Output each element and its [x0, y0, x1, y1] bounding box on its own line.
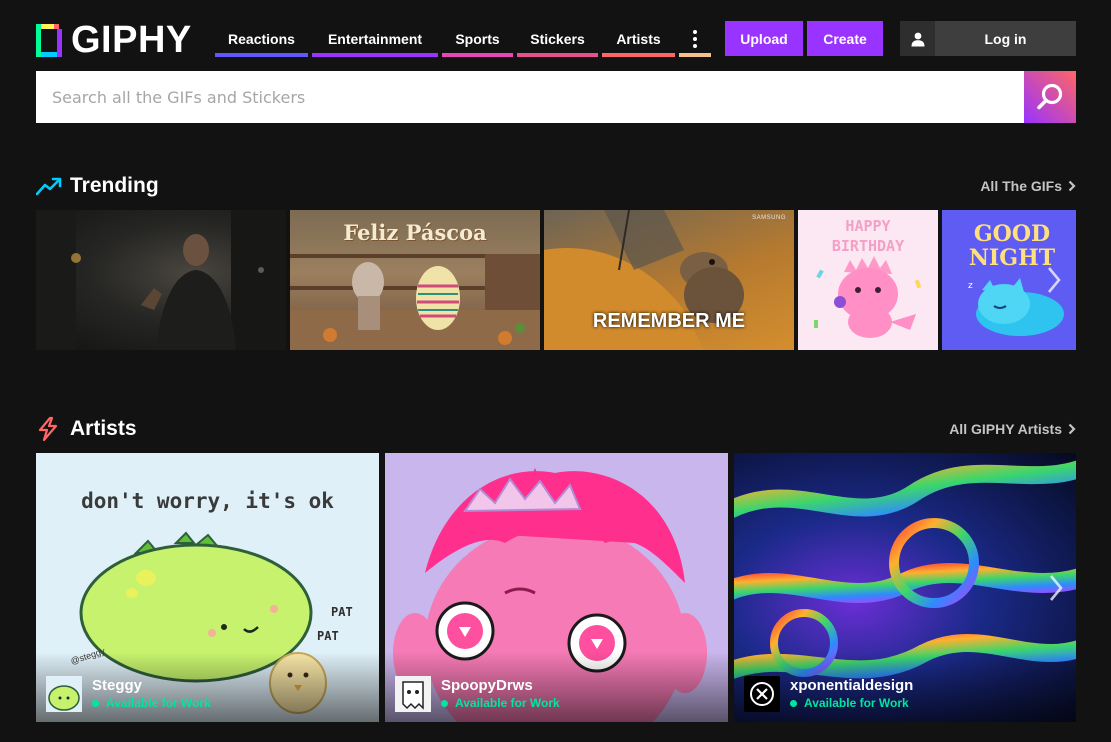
trending-gif-1-art: [36, 210, 286, 350]
artists-header: Artists All GIPHY Artists: [36, 414, 1076, 444]
upload-button[interactable]: Upload: [725, 21, 803, 56]
artist-card-steggy-pat-2: PAT: [317, 629, 339, 643]
giphy-logo-mark: [36, 23, 62, 57]
all-gifs-link[interactable]: All The GIFs: [980, 171, 1076, 201]
nav-sports-label: Sports: [455, 31, 500, 47]
trending-header: Trending All The GIFs: [36, 171, 1076, 201]
nav-stickers-label: Stickers: [530, 31, 585, 47]
trending-gif-4[interactable]: HAPPY BIRTHDAY: [798, 210, 938, 350]
lightning-icon: [38, 416, 58, 442]
chevron-right-icon: [1068, 180, 1076, 192]
search-icon: [1037, 83, 1063, 110]
artist-card-steggy[interactable]: don't worry, it's ok PAT PAT @steggy: [36, 453, 379, 722]
giphy-logo[interactable]: GIPHY: [36, 19, 192, 61]
trending-gif-2-caption: Feliz Páscoa: [343, 220, 487, 245]
search-button[interactable]: [1024, 71, 1076, 123]
trending-gif-3-brand: SAMSUNG: [752, 215, 786, 221]
availability-status: Available for Work: [790, 695, 913, 711]
trending-gif-2[interactable]: Feliz Páscoa: [290, 210, 540, 350]
create-button[interactable]: Create: [807, 21, 883, 56]
nav-reactions-label: Reactions: [228, 31, 295, 47]
user-icon: [900, 21, 935, 56]
trending-gif-3[interactable]: SAMSUNG REMEMBER ME: [544, 210, 794, 350]
nav-artists-label: Artists: [616, 31, 661, 47]
trending-gif-4-art: [814, 256, 922, 338]
artist-card-footer: SpoopyDrws Available for Work: [395, 676, 560, 712]
avatar: [46, 676, 82, 712]
availability-status-label: Available for Work: [455, 696, 560, 710]
chevron-right-icon: [1068, 423, 1076, 435]
status-dot-icon: [92, 699, 99, 707]
nav-stickers[interactable]: Stickers: [517, 22, 598, 57]
trending-next-arrow[interactable]: [1046, 265, 1062, 295]
nav-reactions[interactable]: Reactions: [215, 22, 308, 57]
trending-carousel: Feliz Páscoa SAMSUNG REMEMBER ME HAPPY B…: [36, 210, 1076, 350]
avatar: [744, 676, 780, 712]
status-dot-icon: [441, 699, 448, 707]
artists-carousel: don't worry, it's ok PAT PAT @steggy: [36, 453, 1076, 722]
artists-title: Artists: [70, 417, 137, 440]
availability-status: Available for Work: [92, 695, 211, 711]
svg-text:z: z: [968, 281, 973, 291]
artist-card-steggy-pat-1: PAT: [331, 605, 353, 619]
trending-arrow-icon: [36, 177, 62, 196]
category-nav: Reactions Entertainment Sports Stickers …: [215, 22, 715, 58]
trending-title: Trending: [70, 174, 159, 197]
artist-card-spoopydrws[interactable]: SpoopyDrws Available for Work: [385, 453, 728, 722]
nav-artists[interactable]: Artists: [602, 22, 675, 57]
trending-gif-3-caption: REMEMBER ME: [592, 310, 746, 332]
nav-more-button[interactable]: [679, 22, 711, 57]
nav-reactions-underline: [215, 53, 308, 57]
search-bar: [36, 71, 1076, 123]
nav-sports[interactable]: Sports: [442, 22, 513, 57]
availability-status: Available for Work: [441, 695, 560, 711]
nav-artists-underline: [602, 53, 675, 57]
availability-status-label: Available for Work: [106, 696, 211, 710]
nav-entertainment-label: Entertainment: [327, 31, 423, 47]
artist-card-xponentialdesign[interactable]: xponentialdesign Available for Work: [734, 453, 1076, 722]
login-label: Log in: [984, 30, 1027, 47]
giphy-wordmark: GIPHY: [71, 19, 192, 61]
artists-next-arrow[interactable]: [1048, 573, 1064, 603]
nav-stickers-underline: [517, 53, 598, 57]
artist-name: SpoopyDrws: [441, 677, 533, 694]
giphy-page: GIPHY Reactions Entertainment Sports Sti…: [0, 0, 1111, 742]
trending-gif-1[interactable]: [36, 210, 286, 350]
nav-sports-underline: [442, 53, 513, 57]
nav-entertainment-underline: [312, 53, 438, 57]
artist-card-footer: Steggy Available for Work: [46, 676, 211, 712]
status-dot-icon: [790, 699, 797, 707]
artist-card-footer: xponentialdesign Available for Work: [744, 676, 913, 712]
more-dots-icon: [693, 30, 697, 48]
artist-name: xponentialdesign: [790, 677, 914, 694]
all-artists-link[interactable]: All GIPHY Artists: [949, 414, 1076, 444]
availability-status-label: Available for Work: [804, 696, 909, 710]
all-gifs-link-label: All The GIFs: [980, 178, 1062, 194]
all-artists-link-label: All GIPHY Artists: [949, 421, 1062, 437]
artist-name: Steggy: [92, 677, 143, 694]
nav-more-underline: [679, 53, 711, 57]
avatar: [395, 676, 431, 712]
search-input[interactable]: [52, 71, 1012, 123]
login-button[interactable]: Log in: [900, 21, 1076, 56]
nav-entertainment[interactable]: Entertainment: [312, 22, 438, 57]
